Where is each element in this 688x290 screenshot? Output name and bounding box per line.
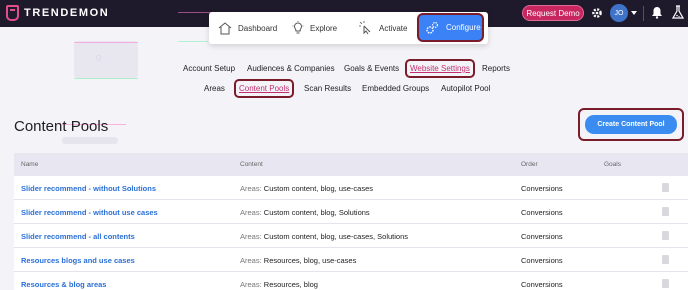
table-row[interactable]: Slider recommend - without use cases Are… xyxy=(14,200,688,224)
pool-order: Conversions xyxy=(521,280,563,289)
nav-explore[interactable]: Explore xyxy=(292,12,337,44)
page-title: Content Pools xyxy=(14,118,109,135)
avatar[interactable]: JO xyxy=(610,4,628,22)
content-key: Areas: xyxy=(240,184,262,193)
trash-icon[interactable] xyxy=(662,231,669,240)
header-name: Name xyxy=(21,161,39,168)
pool-order: Conversions xyxy=(521,184,563,193)
pool-name-link[interactable]: Slider recommend - without use cases xyxy=(21,208,158,217)
trash-icon[interactable] xyxy=(662,183,669,192)
chevron-down-icon[interactable] xyxy=(631,11,637,15)
ghost-line xyxy=(178,41,208,42)
ghost-artifact: Q xyxy=(74,41,138,79)
subnav-website-settings[interactable]: Website Settings xyxy=(407,61,473,76)
nav-activate-label: Activate xyxy=(379,23,408,33)
pool-order: Conversions xyxy=(521,232,563,241)
ghost-line xyxy=(74,42,138,43)
cursor-click-icon xyxy=(359,21,371,35)
logo-mark-icon xyxy=(6,5,19,21)
content-key: Areas: xyxy=(240,208,262,217)
bulb-icon xyxy=(292,21,304,34)
home-icon xyxy=(218,21,232,34)
pool-content: Areas: Resources, blog xyxy=(240,280,318,289)
pool-name-link[interactable]: Resources blogs and use cases xyxy=(21,256,135,265)
header-order: Order xyxy=(521,161,538,168)
nav-explore-label: Explore xyxy=(310,23,338,33)
gears-icon xyxy=(426,21,439,34)
content-value: Custom content, blog, use-cases xyxy=(263,184,374,193)
subnav-audiences-companies[interactable]: Audiences & Companies xyxy=(247,64,335,73)
nav-configure[interactable]: Configure xyxy=(419,15,482,40)
content-key: Areas: xyxy=(240,232,262,241)
content-pools-table: Name Content Order Goals Slider recommen… xyxy=(14,153,688,290)
table-row[interactable]: Slider recommend - all contents Areas: C… xyxy=(14,224,688,248)
nav-dashboard-label: Dashboard xyxy=(238,23,278,33)
divider xyxy=(643,6,644,21)
create-button-highlight: Create Content Pool xyxy=(578,108,684,141)
create-content-pool-button[interactable]: Create Content Pool xyxy=(585,115,677,134)
subnav-reports[interactable]: Reports xyxy=(482,64,510,73)
main-nav: Dashboard Explore Activate Configure xyxy=(209,12,488,44)
trash-icon[interactable] xyxy=(662,255,669,264)
subnav-scan-results[interactable]: Scan Results xyxy=(304,84,351,93)
trash-icon[interactable] xyxy=(662,207,669,216)
content-value: Custom content, blog, use-cases, Solutio… xyxy=(263,232,409,241)
bell-icon[interactable] xyxy=(651,6,663,19)
subnav-content-pools[interactable]: Content Pools xyxy=(236,81,292,96)
ghost-line xyxy=(74,78,138,79)
pool-content: Areas: Custom content, blog, use-cases, … xyxy=(240,232,408,241)
trash-icon[interactable] xyxy=(662,279,669,288)
pool-order: Conversions xyxy=(521,256,563,265)
subnav-autopilot-pool[interactable]: Autopilot Pool xyxy=(441,84,490,93)
pool-name-link[interactable]: Slider recommend - without Solutions xyxy=(21,184,156,193)
nav-configure-label: Configure xyxy=(446,23,481,32)
content-key: Areas: xyxy=(240,280,262,289)
table-row[interactable]: Slider recommend - without Solutions Are… xyxy=(14,176,688,200)
pool-content: Areas: Custom content, blog, Solutions xyxy=(240,208,370,217)
nav-activate[interactable]: Activate xyxy=(359,12,407,44)
content-value: Custom content, blog, Solutions xyxy=(263,208,370,217)
nav-dashboard[interactable]: Dashboard xyxy=(218,12,277,44)
table-row[interactable]: Resources & blog areas Areas: Resources,… xyxy=(14,272,688,290)
logo-text: TRENDEMON xyxy=(24,7,110,19)
pool-order: Conversions xyxy=(521,208,563,217)
pool-name-link[interactable]: Resources & blog areas xyxy=(21,280,106,289)
trendemon-logo[interactable]: TRENDEMON xyxy=(6,5,109,21)
pool-content: Areas: Resources, blog, use-cases xyxy=(240,256,356,265)
ghost-artifact xyxy=(62,137,118,144)
subnav-areas[interactable]: Areas xyxy=(204,84,225,93)
pool-name-link[interactable]: Slider recommend - all contents xyxy=(21,232,135,241)
table-header: Name Content Order Goals xyxy=(14,153,688,176)
request-demo-button[interactable]: Request Demo xyxy=(522,5,584,21)
pool-content: Areas: Custom content, blog, use-cases xyxy=(240,184,373,193)
subnav-embedded-groups[interactable]: Embedded Groups xyxy=(362,84,429,93)
table-row[interactable]: Resources blogs and use cases Areas: Res… xyxy=(14,248,688,272)
content-value: Resources, blog, use-cases xyxy=(263,256,357,265)
header-content: Content xyxy=(240,161,263,168)
subnav-account-setup[interactable]: Account Setup xyxy=(183,64,235,73)
content-key: Areas: xyxy=(240,256,262,265)
content-value: Resources, blog xyxy=(263,280,318,289)
flask-icon[interactable] xyxy=(672,5,684,20)
header-goals: Goals xyxy=(604,161,621,168)
subnav-goals-events[interactable]: Goals & Events xyxy=(344,64,399,73)
gear-icon[interactable] xyxy=(591,7,603,19)
